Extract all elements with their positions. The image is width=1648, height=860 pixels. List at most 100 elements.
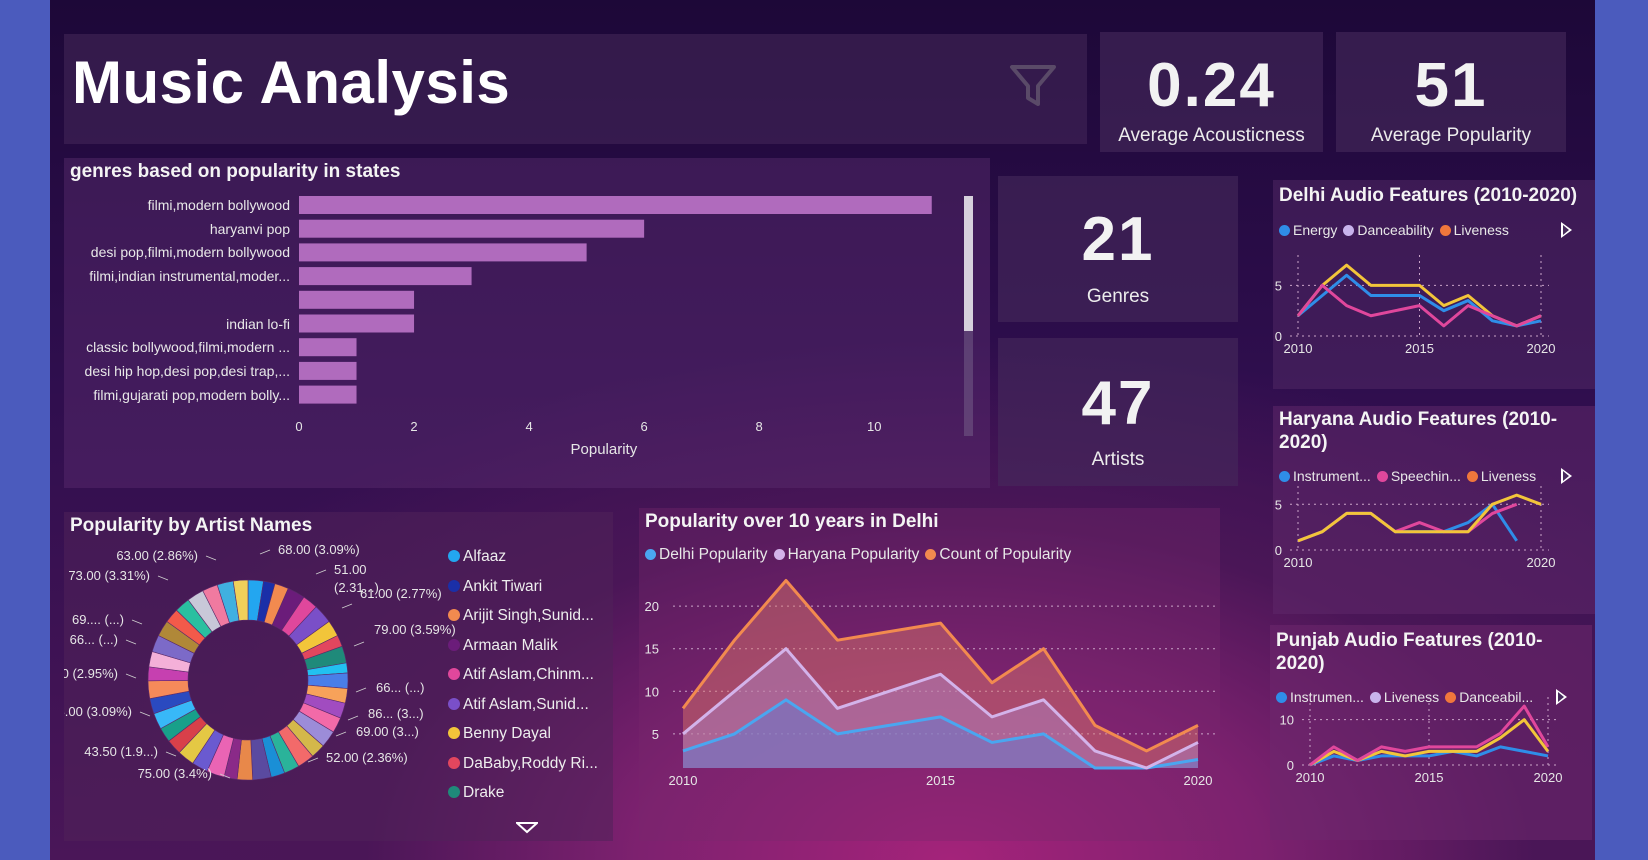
title-panel: Music Analysis [64,34,1087,144]
y-tick-label: 0 [1275,543,1282,558]
artist-legend-item[interactable]: Atif Aslam,Sunid... [448,696,613,726]
legend-dot [448,756,460,769]
artist-legend-item[interactable]: Armaan Malik [448,637,613,667]
kpi-artists-card: 47 Artists [998,338,1238,486]
x-tick-label: 2015 [1405,341,1434,356]
x-tick-label: 2020 [1527,555,1556,570]
donut-data-label: 68.00 (3.09%) [64,704,132,719]
x-tick-label: 6 [641,419,648,434]
leader-line [341,603,353,609]
donut-data-label: 69.... (...) [72,612,124,627]
artist-donut-panel: Popularity by Artist Names 68.00 (3.09%)… [64,512,613,841]
scrollbar-thumb[interactable] [964,196,973,331]
kpi-popularity-card: 51 Average Popularity [1336,32,1566,152]
legend-dot [448,697,460,710]
legend-label: Alfaaz [463,548,507,565]
donut-data-label-group: 68.00 (3.09%) [278,542,360,557]
artist-legend-item[interactable]: Ankit Tiwari [448,578,613,608]
genre-bar [299,219,645,238]
legend-dot [448,786,460,798]
donut-data-label: 61.00 (2.77%) [360,586,442,601]
genre-bar [299,290,415,309]
donut-data-label: 68.00 (3.09%) [278,542,360,557]
leader-line [347,715,359,721]
artist-legend-item[interactable]: Drake [448,784,613,814]
donut-data-label: 79.00 (3.59%) [374,622,456,637]
artist-legend-item[interactable]: DaBaby,Roddy Ri... [448,755,613,785]
dashboard-canvas: Music Analysis 0.24 Average Acousticness… [50,0,1595,860]
genre-bar [299,338,357,357]
legend-dot [448,550,460,562]
feature-series-line [1297,493,1542,543]
legend-dot [448,609,460,621]
y-tick-label: 5 [652,727,659,742]
leader-line [259,549,271,555]
kpi-artists-label: Artists [1091,449,1145,470]
donut-data-label: 69.00 (3...) [356,724,419,739]
artist-legend-item[interactable]: Atif Aslam,Chinm... [448,666,613,696]
donut-data-label-group: 65.00 (2.95%) [64,666,118,681]
donut-data-label: 86... (3...) [368,706,424,721]
leader-line [125,639,137,645]
artist-legend-item[interactable]: Alfaaz [448,548,613,578]
kpi-genres-card: 21 Genres [998,176,1238,322]
x-tick-label: 2010 [669,773,698,788]
kpi-popularity-label: Average Popularity [1370,125,1532,146]
donut-data-label: 73.00 (3.31%) [68,568,150,583]
donut-data-label-group: 69.00 (3...) [356,724,419,739]
filter-icon[interactable] [1009,64,1057,113]
legend-label: DaBaby,Roddy Ri... [463,754,598,772]
legend-scroll-down-icon[interactable] [516,822,538,834]
donut-data-label: 43.50 (1.9...) [84,744,158,759]
x-tick-label: 0 [295,419,302,434]
x-tick-label: 2015 [926,773,955,788]
x-tick-label: 4 [525,419,532,434]
feature-series-line [1297,502,1518,543]
donut-data-label-group: 68.00 (3.09%) [64,704,132,719]
x-axis-label: Popularity [571,441,638,458]
leader-line [157,575,169,581]
donut-data-label-group: 43.50 (1.9...) [84,744,158,759]
punjab-features-panel: Punjab Audio Features (2010-2020) Instru… [1270,625,1592,840]
donut-data-label-group: 66... (...) [376,680,424,695]
artist-legend-item[interactable]: Arijit Singh,Sunid... [448,607,613,637]
donut-data-label-group: 52.00 (2.36%) [326,750,408,765]
artist-legend-item[interactable]: Benny Dayal [448,725,613,755]
genres-bar-svg: 0 2 4 6 8 10 Popularity [295,196,932,458]
leader-line [125,673,137,679]
punjab-line-svg: 0 10 2010 2015 2020 [1280,697,1563,785]
area-chart-svg: 5 10 15 20 2010 2015 2020 [645,579,1218,788]
legend-label: Atif Aslam,Chinm... [463,666,594,683]
genre-bar [299,361,357,380]
donut-data-label: 51.00 [334,562,367,577]
scrollbar-track[interactable] [964,196,973,436]
legend-label: Armaan Malik [463,636,558,654]
leader-line [315,569,327,575]
legend-label: Atif Aslam,Sunid... [463,695,589,713]
legend-label: Drake [463,784,505,801]
legend-dot [448,668,460,680]
x-tick-label: 2020 [1527,341,1556,356]
x-tick-label: 2020 [1184,773,1213,788]
x-tick-label: 2010 [1284,555,1313,570]
haryana-line-svg: 0 5 2010 2020 [1275,486,1556,570]
leader-line [165,751,177,757]
legend-label: Benny Dayal [463,725,551,742]
x-tick-label: 2020 [1534,770,1563,785]
page-title: Music Analysis [72,49,511,116]
kpi-popularity-value: 51 [1414,51,1488,120]
leader-line [355,687,367,693]
legend-label: Arijit Singh,Sunid... [463,607,594,624]
leader-line [335,731,347,737]
donut-data-label: 66... (...) [376,680,424,695]
x-tick-label: 2010 [1296,770,1325,785]
y-tick-label: 15 [645,642,659,657]
leader-line [353,641,365,647]
kpi-genres-label: Genres [1086,286,1150,307]
leader-line [205,555,217,561]
y-tick-label: 5 [1275,497,1282,512]
donut-data-label-group: 63.00 (2.86%) [116,548,198,563]
legend-dot [448,638,460,651]
delhi-line-svg: 0 5 2010 2015 2020 [1275,255,1556,356]
donut-data-label: 66... (...) [70,632,118,647]
